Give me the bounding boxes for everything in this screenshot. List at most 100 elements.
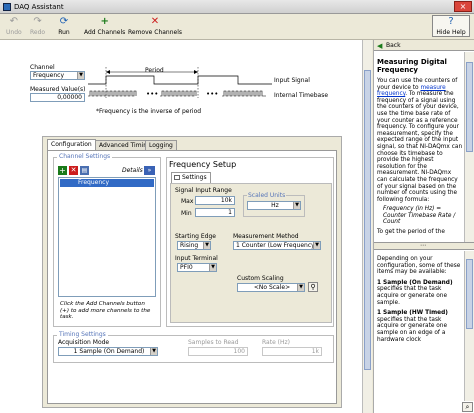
acquisition-mode-select[interactable]: 1 Sample (On Demand) ▼: [58, 347, 158, 356]
timing-settings-title: Timing Settings: [57, 331, 108, 338]
custom-scaling-label: Custom Scaling: [237, 275, 284, 282]
chevron-down-icon: ▼: [203, 242, 210, 249]
channel-select[interactable]: Frequency ▼: [30, 71, 85, 80]
input-terminal-value: PFI0: [180, 264, 193, 271]
period-label: Period: [145, 67, 164, 74]
channel-settings-title: Channel Settings: [57, 153, 113, 160]
samples-to-read-input[interactable]: 100: [188, 347, 248, 356]
channel-list-toolbar: + ✕ ▤ Details »: [58, 165, 156, 176]
expand-details-icon[interactable]: »: [144, 166, 155, 175]
channel-list[interactable]: Frequency: [58, 177, 156, 297]
ellipsis-1: •••: [146, 90, 158, 98]
add-icon: +: [100, 16, 109, 27]
input-signal-wave: [88, 75, 272, 85]
samples-to-read-label: Samples to Read: [188, 339, 239, 346]
min-input[interactable]: 1: [195, 208, 235, 217]
rate-input[interactable]: 1k: [262, 347, 322, 356]
settings-page: Signal Input Range Max 10k Min 1 Scaled …: [170, 183, 332, 323]
rate-label: Rate (Hz): [262, 339, 291, 346]
acquisition-mode-value: 1 Sample (On Demand): [73, 348, 145, 355]
remove-channels-button[interactable]: ✕ Remove Channels: [128, 16, 182, 36]
redo-button[interactable]: ↷ Redo: [30, 16, 45, 36]
channel-select-value: Frequency: [33, 72, 64, 79]
back-arrow-icon[interactable]: ◀: [377, 42, 382, 50]
channel-list-item[interactable]: Frequency: [60, 179, 154, 187]
input-terminal-select[interactable]: PFI0 ▼: [177, 263, 217, 272]
signal-range-title: Signal Input Range: [175, 187, 232, 194]
custom-scaling-value: <No Scale>: [253, 284, 291, 291]
close-button[interactable]: ×: [454, 1, 472, 12]
min-label: Min: [181, 210, 192, 217]
tab-logging[interactable]: Logging: [145, 140, 177, 150]
add-channel-hint: Click the Add Channels button (+) to add…: [60, 301, 151, 320]
run-button[interactable]: ⟳ Run: [58, 16, 70, 36]
add-channels-label: Add Channels: [84, 29, 126, 36]
help-splitter[interactable]: ⋯: [374, 242, 474, 250]
help-content-top: Measuring Digital Frequency You can use …: [374, 52, 464, 242]
measured-value-indicator: 0,00000: [30, 93, 85, 102]
timing-diagram: ••• •••: [88, 67, 272, 98]
help-heading: Measuring Digital Frequency: [377, 58, 447, 74]
internal-timebase-label: Internal Timebase: [274, 92, 329, 99]
help-item-1-title: 1 Sample (On Demand): [377, 279, 453, 286]
chevron-down-icon: ▼: [293, 202, 300, 209]
scaled-units-select[interactable]: Hz ▼: [247, 201, 301, 210]
acquisition-mode-label: Acquisition Mode: [58, 339, 110, 346]
window-title: DAQ Assistant: [14, 3, 64, 11]
undo-icon: ↶: [9, 16, 19, 27]
input-signal-label: Input Signal: [274, 77, 310, 84]
timebase-wave-1: [88, 90, 137, 97]
max-input[interactable]: 10k: [195, 196, 235, 205]
help-p1-end: . To measure the frequency of a signal u…: [377, 91, 463, 203]
help-formula: Frequency (in Hz) = Counter Timebase Rat…: [383, 206, 456, 226]
run-label: Run: [58, 29, 70, 36]
add-channel-icon[interactable]: +: [58, 166, 67, 175]
remove-icon: ✕: [150, 16, 160, 27]
remove-channels-label: Remove Channels: [128, 29, 183, 36]
undo-label: Undo: [6, 29, 22, 36]
help-scrollbar-bottom-thumb[interactable]: [466, 259, 473, 329]
settings-tab-label: Settings: [182, 174, 207, 181]
hide-help-label: Hide Help: [436, 29, 466, 36]
settings-icon: [174, 175, 180, 180]
add-channels-button[interactable]: + Add Channels: [84, 16, 125, 36]
help-paragraph-3: Depending on your configuration, some of…: [377, 256, 461, 276]
remove-channel-icon[interactable]: ✕: [69, 166, 78, 175]
help-item-2-title: 1 Sample (HW Timed): [377, 310, 448, 317]
chevron-down-icon: ▼: [150, 348, 157, 355]
help-paragraph-2: To get the period of the: [377, 229, 445, 236]
starting-edge-select[interactable]: Rising ▼: [177, 241, 211, 250]
back-link[interactable]: Back: [386, 42, 401, 49]
title-bar: DAQ Assistant ×: [0, 0, 474, 14]
measurement-method-label: Measurement Method: [233, 233, 299, 240]
undo-button[interactable]: ↶ Undo: [6, 16, 22, 36]
help-scrollbar-top-thumb[interactable]: [466, 62, 473, 152]
main-panel: Channel Frequency ▼ Measured Value(s) 0,…: [0, 40, 372, 413]
tab-configuration[interactable]: Configuration: [47, 139, 96, 150]
hide-help-button[interactable]: ? Hide Help: [432, 15, 470, 37]
timebase-wave-3: [222, 90, 266, 97]
scaled-units-value: Hz: [271, 202, 279, 209]
custom-scaling-select[interactable]: <No Scale> ▼: [237, 283, 305, 292]
max-label: Max: [181, 198, 194, 205]
config-panel: Configuration Advanced Timing Logging Ch…: [42, 136, 342, 408]
main-scrollbar-thumb[interactable]: [364, 70, 371, 370]
help-scrollbar-top[interactable]: [464, 52, 474, 242]
chevron-down-icon: ▼: [313, 242, 320, 249]
main-scrollbar[interactable]: [362, 40, 372, 413]
starting-edge-value: Rising: [180, 242, 199, 249]
scale-browse-icon[interactable]: ⚲: [308, 282, 318, 292]
properties-icon[interactable]: ▤: [80, 166, 89, 175]
measurement-method-value: 1 Counter (Low Frequency): [236, 242, 318, 249]
help-bottom-text: Depending on your configuration, some of…: [377, 256, 463, 343]
help-search-icon[interactable]: ⌕: [462, 402, 473, 412]
chevron-down-icon: ▼: [297, 284, 304, 291]
measurement-method-select[interactable]: 1 Counter (Low Frequency) ▼: [233, 241, 321, 250]
help-icon: ?: [448, 16, 454, 27]
configuration-tab-page: Channel Settings + ✕ ▤ Details » Frequen…: [47, 150, 337, 404]
help-scrollbar-bottom[interactable]: [464, 251, 474, 401]
frequency-setup-panel: Frequency Setup Settings Signal Input Ra…: [166, 157, 334, 327]
settings-tab[interactable]: Settings: [171, 172, 211, 183]
redo-icon: ↷: [33, 16, 42, 27]
help-panel: ◀ Back Measuring Digital Frequency You c…: [373, 40, 474, 413]
